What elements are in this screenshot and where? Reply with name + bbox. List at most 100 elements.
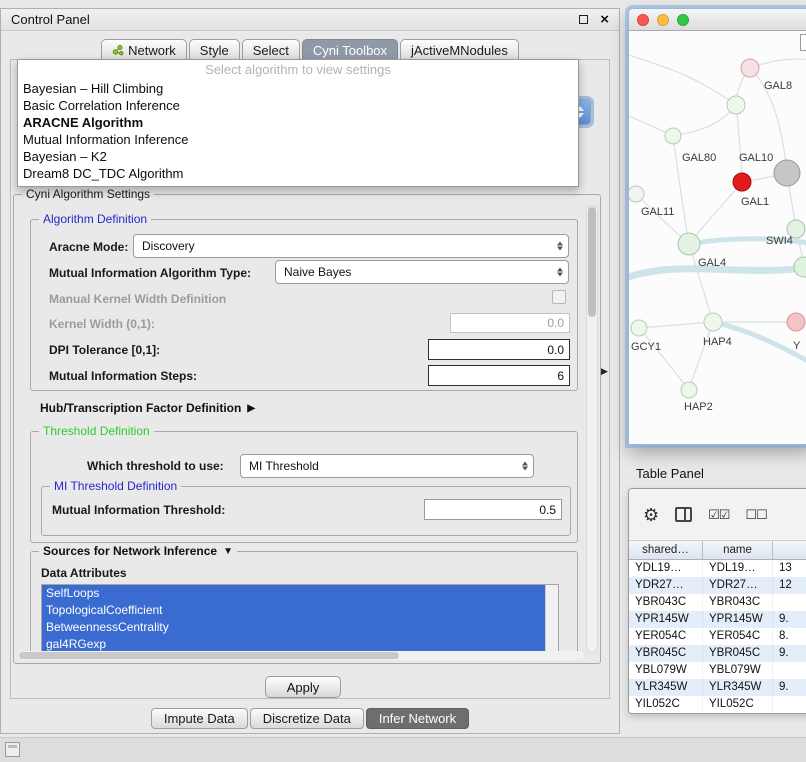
table-cell: YDL19… <box>629 560 703 577</box>
graph-edge <box>736 105 742 182</box>
sources-group: Sources for Network Inference ▼ Data Att… <box>30 551 578 653</box>
kernel-width-label: Kernel Width (0,1): <box>49 317 155 331</box>
manual-kernel-checkbox[interactable] <box>552 290 566 304</box>
hub-definition-toggle[interactable]: Hub/Transcription Factor Definition ▶ <box>40 401 255 415</box>
algorithm-option-mutual-information-inference[interactable]: Mutual Information Inference <box>18 131 578 148</box>
mi-steps-field[interactable] <box>428 365 570 386</box>
table-row[interactable]: YBR045CYBR045C9. <box>629 645 806 662</box>
which-threshold-label: Which threshold to use: <box>87 459 224 473</box>
network-window-titlebar <box>629 9 806 31</box>
column-header[interactable]: shared… <box>629 541 703 559</box>
column-header[interactable] <box>773 541 806 559</box>
control-panel-title: Control Panel <box>11 12 579 27</box>
column-header[interactable]: name <box>703 541 773 559</box>
graph-node[interactable] <box>629 186 644 202</box>
graph-node-label: GCY1 <box>631 341 661 353</box>
graph-node-label: SWI4 <box>766 235 793 247</box>
scrollbar-thumb[interactable] <box>588 207 596 317</box>
algorithm-option-bayesian-k2[interactable]: Bayesian – K2 <box>18 148 578 165</box>
graph-node-label: GAL4 <box>698 257 726 269</box>
table-row[interactable]: YER054CYER054C8. <box>629 628 806 645</box>
table-cell: YLR345W <box>703 679 773 696</box>
algorithm-option-aracne-algorithm[interactable]: ARACNE Algorithm <box>18 114 578 131</box>
table-row[interactable]: YLR345WYLR345W9. <box>629 679 806 696</box>
table-cell <box>773 662 806 679</box>
graph-node[interactable] <box>733 173 751 191</box>
attribute-item-selfloops[interactable]: SelfLoops <box>42 585 545 602</box>
network-canvas[interactable]: GAL8GAL80GAL10GAL11GAL1SWI4GAL4GCY1HAP4H… <box>629 31 806 445</box>
network-overview-box[interactable] <box>800 34 806 51</box>
zoom-traffic-light-icon[interactable] <box>677 14 689 26</box>
attribute-item-topologicalcoefficient[interactable]: TopologicalCoefficient <box>42 602 545 619</box>
graph-node[interactable] <box>794 257 806 277</box>
combo-stepper-icon <box>522 462 528 471</box>
sources-toggle[interactable]: Sources for Network Inference ▼ <box>39 544 237 559</box>
attribute-item-betweennesscentrality[interactable]: BetweennessCentrality <box>42 619 545 636</box>
algorithm-definition-group: Algorithm Definition Aracne Mode: Discov… <box>30 219 578 391</box>
algorithm-option-dream8-dc-tdc-algorithm[interactable]: Dream8 DC_TDC Algorithm <box>18 165 578 182</box>
table-panel-window: ⚙ ☑☑ ☐☐ shared…name YDL19…YDL19…13YDR27…… <box>628 488 806 714</box>
bottom-tab-impute-data[interactable]: Impute Data <box>151 708 248 729</box>
table-cell: YBL079W <box>629 662 703 679</box>
graph-node[interactable] <box>727 96 745 114</box>
table-row[interactable]: YDR27…YDR27…12 <box>629 577 806 594</box>
bottom-tab-discretize-data[interactable]: Discretize Data <box>250 708 364 729</box>
settings-vertical-scrollbar[interactable] <box>586 205 598 653</box>
attribute-list-scrollbar[interactable] <box>545 585 558 653</box>
tab-style[interactable]: Style <box>189 39 240 60</box>
tab-select[interactable]: Select <box>242 39 300 60</box>
table-cell <box>773 594 806 611</box>
table-cell: 8. <box>773 628 806 645</box>
graph-node[interactable] <box>631 320 647 336</box>
graph-node[interactable] <box>741 59 759 77</box>
deselect-all-icon[interactable]: ☐☐ <box>745 507 766 523</box>
gear-icon[interactable]: ⚙ <box>643 506 659 524</box>
which-threshold-select[interactable]: MI Threshold <box>240 454 534 478</box>
graph-node[interactable] <box>704 313 722 331</box>
tab-cyni-toolbox[interactable]: Cyni Toolbox <box>302 39 398 60</box>
table-cell: 9. <box>773 679 806 696</box>
hub-definition-label: Hub/Transcription Factor Definition <box>40 401 241 415</box>
table-row[interactable]: YDL19…YDL19…13 <box>629 560 806 577</box>
algorithm-option-basic-correlation-inference[interactable]: Basic Correlation Inference <box>18 97 578 114</box>
sources-title: Sources for Network Inference <box>43 544 217 559</box>
settings-horizontal-scrollbar[interactable] <box>18 651 584 660</box>
close-icon[interactable]: × <box>600 12 609 27</box>
dpi-tolerance-field[interactable] <box>428 339 570 360</box>
table-row[interactable]: YBR043CYBR043C <box>629 594 806 611</box>
graph-node[interactable] <box>787 313 805 331</box>
algorithm-option-bayesian-hill-climbing[interactable]: Bayesian – Hill Climbing <box>18 80 578 97</box>
table-row[interactable]: YIL052CYIL052C <box>629 696 806 713</box>
attribute-list: SelfLoopsTopologicalCoefficientBetweenne… <box>41 584 559 653</box>
select-all-icon[interactable]: ☑☑ <box>708 507 729 523</box>
tab-network[interactable]: Network <box>101 39 187 60</box>
splitter-handle[interactable]: ▶ <box>601 366 608 377</box>
kernel-width-field[interactable] <box>450 313 570 333</box>
data-attributes-label: Data Attributes <box>41 566 127 580</box>
tab-label: jActiveMNodules <box>411 43 508 58</box>
table-cell: 12 <box>773 577 806 594</box>
float-window-icon[interactable] <box>579 15 588 24</box>
mi-threshold-field[interactable] <box>424 499 562 520</box>
bottom-tab-infer-network[interactable]: Infer Network <box>366 708 469 729</box>
aracne-mode-select[interactable]: Discovery <box>133 234 569 258</box>
graph-node[interactable] <box>678 233 700 255</box>
mi-type-select[interactable]: Naive Bayes <box>275 260 569 284</box>
panel-dock-icon[interactable] <box>5 742 20 757</box>
graph-edge <box>639 322 713 328</box>
table-cell: YBR043C <box>703 594 773 611</box>
apply-button[interactable]: Apply <box>265 676 341 698</box>
graph-node[interactable] <box>774 160 800 186</box>
graph-node[interactable] <box>665 128 681 144</box>
graph-node-label: GAL8 <box>764 80 792 92</box>
bottom-dock <box>0 737 806 762</box>
scrollbar-thumb[interactable] <box>19 652 399 659</box>
tab-jactivemnodules[interactable]: jActiveMNodules <box>400 39 519 60</box>
table-row[interactable]: YBL079WYBL079W <box>629 662 806 679</box>
table-cell: YPR145W <box>629 611 703 628</box>
columns-icon[interactable] <box>675 507 692 522</box>
close-traffic-light-icon[interactable] <box>637 14 649 26</box>
graph-node[interactable] <box>681 382 697 398</box>
minimize-traffic-light-icon[interactable] <box>657 14 669 26</box>
table-row[interactable]: YPR145WYPR145W9. <box>629 611 806 628</box>
